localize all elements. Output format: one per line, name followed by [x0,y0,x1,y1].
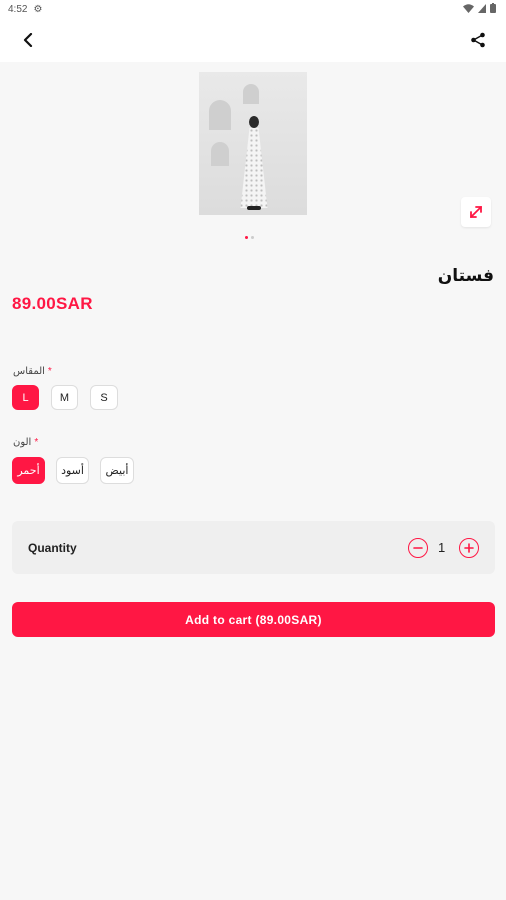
required-mark: * [34,437,39,448]
pager-dot[interactable] [251,236,254,239]
model-head [249,116,259,128]
color-chip-black[interactable]: أسود [56,457,89,484]
size-chip-m[interactable]: M [51,385,78,410]
product-price: 89.00SAR [12,294,93,313]
size-chip-l[interactable]: L [12,385,39,410]
product-title: فستان [437,266,494,285]
share-icon [471,32,485,48]
expand-image-button[interactable] [461,197,491,227]
status-icons [463,3,496,13]
background-arch [211,142,229,166]
color-label-text: الون [13,437,32,448]
size-option-label: المقاس * [13,366,52,377]
quantity-selector: Quantity 1 [12,521,495,574]
background-arch [209,100,231,130]
pager-dot-active[interactable] [245,236,248,239]
color-chip-white[interactable]: أبيض [100,457,134,484]
size-chip-s[interactable]: S [90,385,118,410]
minus-icon [413,547,423,549]
image-pager-dots [245,236,254,239]
quantity-label: Quantity [28,541,77,555]
model-shoes [247,206,261,210]
share-button[interactable] [466,28,490,52]
wifi-icon [463,3,474,13]
settings-icon: ⚙ [33,3,43,15]
expand-icon [470,206,482,218]
quantity-decrease-button[interactable] [408,538,428,558]
required-mark: * [47,366,52,377]
model-dress [240,128,268,208]
back-button[interactable] [16,28,40,52]
plus-icon [464,543,474,553]
signal-icon [478,3,486,13]
quantity-increase-button[interactable] [459,538,479,558]
add-to-cart-button[interactable]: Add to cart (89.00SAR) [12,602,495,637]
back-arrow-icon [23,33,33,47]
product-image[interactable] [199,72,307,215]
quantity-value: 1 [438,540,446,555]
color-chip-red[interactable]: أحمر [12,457,45,484]
size-label-text: المقاس [13,366,45,377]
status-bar: 4:52 ⚙ [0,0,506,18]
background-arch [243,84,259,104]
color-option-label: الون * [13,437,38,448]
status-time: 4:52 [8,3,28,15]
battery-icon [490,3,496,13]
app-bar [0,18,506,62]
